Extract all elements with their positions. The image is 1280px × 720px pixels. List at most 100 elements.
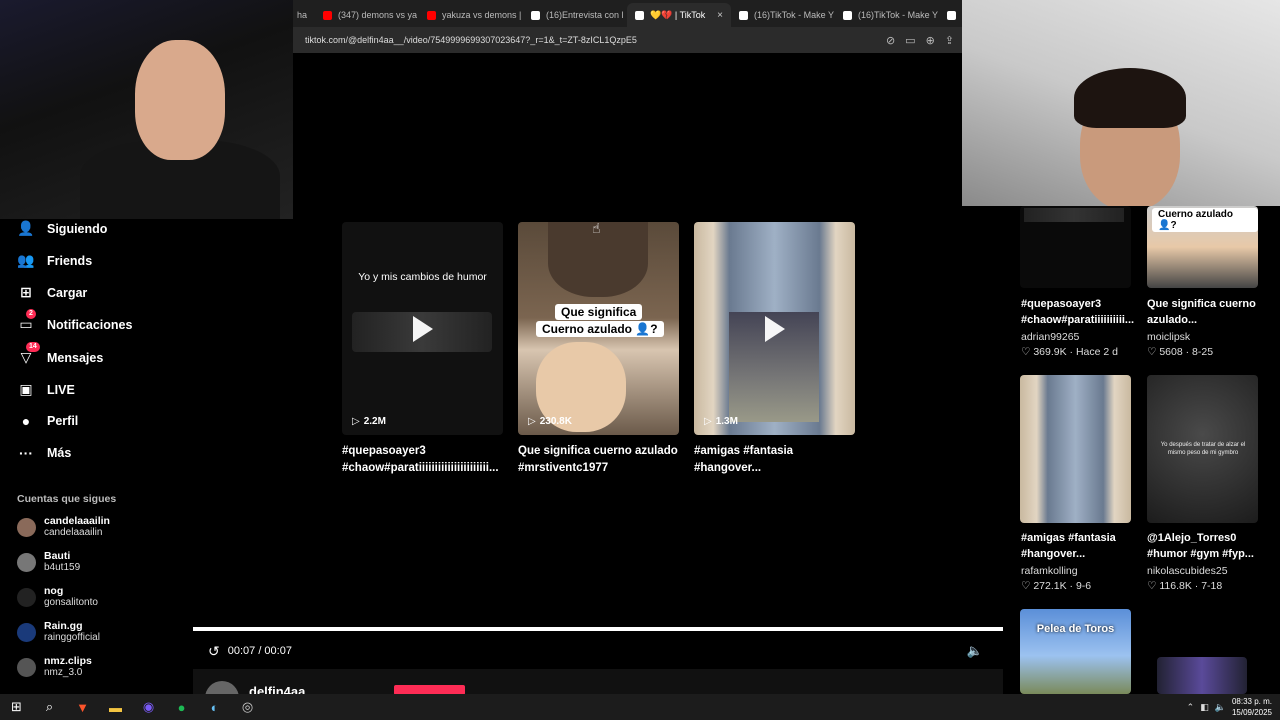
- related-stats-3: ♡ 272.1K · 9-6: [1021, 580, 1092, 592]
- video-overlay-text: Yo después de tratar de alzar el mismo p…: [1160, 442, 1246, 456]
- heart-icon: ♡: [1021, 580, 1031, 592]
- related-video-thumb-4[interactable]: Yo después de tratar de alzar el mismo p…: [1147, 375, 1258, 523]
- video-card-1[interactable]: Yo y mis cambios de humor ▷ 2.2M: [342, 222, 503, 435]
- url-text[interactable]: tiktok.com/@delfin4aa__/video/7549999699…: [305, 35, 637, 45]
- sidebar-item-label: Mensajes: [47, 350, 104, 365]
- network-icon[interactable]: ◧: [1200, 702, 1209, 713]
- sidebar-item-más[interactable]: ··· Más: [17, 445, 71, 461]
- video-caption-1[interactable]: #quepasoayer3 #chaow#paratiiiiiiiiiiiiiii…: [342, 443, 507, 477]
- browser-tab[interactable]: yakuza vs demons |: [419, 3, 523, 27]
- video-overlay-text: Yo y mis cambios de humor: [358, 271, 487, 283]
- caption-line: #hangover...: [694, 462, 762, 474]
- browser-tab[interactable]: (16)Entrevista con l: [523, 3, 627, 27]
- account-name: nog: [44, 585, 64, 597]
- browser-tab[interactable]: ha: [293, 3, 315, 27]
- tab-label: (347) demons vs ya: [338, 10, 418, 20]
- related-author-1[interactable]: adrian99265: [1021, 331, 1079, 343]
- file-explorer-icon[interactable]: ▬: [99, 694, 132, 720]
- notification-badge: 2: [26, 309, 36, 319]
- browser-tab[interactable]: 💛💔 | TikTok ×: [627, 3, 731, 27]
- tab-label: (16)TikTok - Make Y: [754, 10, 835, 20]
- streamer-webcam-left: [0, 0, 293, 219]
- sidebar-item-mensajes[interactable]: ▽ 14 Mensajes: [17, 342, 104, 366]
- live-icon: ▣: [19, 381, 33, 397]
- steam-icon[interactable]: ◐: [198, 694, 231, 720]
- upload-icon: ⊞: [20, 284, 32, 300]
- play-count-icon: ▷: [352, 416, 360, 427]
- play-icon[interactable]: [764, 315, 785, 342]
- related-caption-1[interactable]: #quepasoayer3 #chaow#paratiiiiiiiiii...: [1021, 296, 1134, 328]
- account-text: Rain.gg rainggofficial: [44, 620, 100, 644]
- sidebar-item-siguiendo[interactable]: 👤 Siguiendo: [17, 220, 107, 237]
- tab-label: 💛💔 | TikTok: [650, 9, 706, 20]
- play-icon[interactable]: [412, 315, 433, 342]
- browser-tab[interactable]: (16)TikTok - Make Y: [731, 3, 835, 27]
- windows-taskbar: ⊞ ⌕ ▼ ▬ ◉ ● ◐ ◎ ⌃ ◧ 🔈 08:33 p. m. 15/09/…: [0, 694, 1280, 720]
- related-video-thumb-3[interactable]: [1020, 375, 1131, 523]
- discord-icon[interactable]: ◉: [132, 694, 165, 720]
- sidebar-item-label: Notificaciones: [47, 317, 133, 332]
- friends-icon: 👥: [17, 252, 35, 268]
- tab-label: (16)TikTok - Make Y: [858, 10, 939, 20]
- clock-time: 08:33 p. m.: [1231, 697, 1272, 706]
- followed-account[interactable]: Bauti b4ut159: [17, 550, 80, 574]
- related-caption-2[interactable]: Que significa cuerno azulado...: [1147, 296, 1259, 328]
- brave-browser-icon[interactable]: ▼: [66, 694, 99, 720]
- sidebar-item-live[interactable]: ▣ LIVE: [17, 381, 74, 398]
- browser-tab-bar: ha (347) demons vs ya yakuza vs demons | (1…: [293, 0, 962, 27]
- spotify-icon[interactable]: ●: [165, 694, 198, 720]
- browser-tab[interactable]: (1: [939, 3, 962, 27]
- replay-icon[interactable]: ↺: [208, 643, 220, 660]
- close-tab-icon[interactable]: ×: [717, 10, 723, 21]
- account-handle: candelaaailin: [44, 527, 103, 538]
- search-icon[interactable]: ⌕: [33, 694, 66, 720]
- share-icon[interactable]: ⇪: [945, 34, 954, 47]
- sidebar-item-label: Siguiendo: [47, 221, 108, 236]
- related-caption-3[interactable]: #amigas #fantasia #hangover...: [1021, 530, 1133, 562]
- sidebar-item-notificaciones[interactable]: ▭ 2 Notificaciones: [17, 309, 133, 333]
- account-text: Bauti b4ut159: [44, 550, 80, 574]
- account-handle: gonsalitonto: [44, 597, 98, 608]
- chevron-up-icon[interactable]: ⌃: [1187, 702, 1195, 713]
- followed-account[interactable]: nog gonsalitonto: [17, 585, 98, 609]
- video-progress-bar[interactable]: [193, 627, 1003, 631]
- heart-icon: ♡: [1147, 346, 1157, 358]
- related-author-4[interactable]: nikolascubides25: [1147, 565, 1228, 577]
- related-stats-4: ♡ 116.8K · 7-18: [1147, 580, 1223, 592]
- related-video-thumb-5[interactable]: Pelea de Toros: [1020, 609, 1131, 694]
- sidebar-item-cargar[interactable]: ⊞ Cargar: [17, 284, 87, 301]
- related-author-3[interactable]: rafamkolling: [1021, 565, 1078, 577]
- obs-icon[interactable]: ◎: [231, 694, 264, 720]
- related-video-thumb-1[interactable]: [1020, 206, 1131, 288]
- related-author-2[interactable]: moiclipsk: [1147, 331, 1190, 343]
- volume-icon[interactable]: 🔈: [967, 643, 983, 659]
- address-bar[interactable]: tiktok.com/@delfin4aa__/video/7549999699…: [293, 27, 962, 53]
- video-card-3[interactable]: ▷ 1.3M: [694, 222, 855, 435]
- webcam-person-face: [135, 40, 225, 160]
- browser-tab[interactable]: (16)TikTok - Make Y: [835, 3, 939, 27]
- cast-icon[interactable]: ▭: [905, 34, 915, 47]
- video-caption-2[interactable]: Que significa cuerno azulado #mrstiventc1…: [518, 443, 683, 477]
- tab-favicon-icon: [323, 10, 332, 20]
- tab-label: ha: [297, 10, 308, 20]
- sidebar-item-friends[interactable]: 👥 Friends: [17, 252, 92, 269]
- followed-account[interactable]: nmz.clips nmz_3.0: [17, 655, 92, 679]
- caption-line: #quepasoayer3: [342, 445, 426, 457]
- volume-tray-icon[interactable]: 🔈: [1215, 702, 1226, 713]
- browser-tab[interactable]: (347) demons vs ya: [315, 3, 419, 27]
- sidebar-item-label: Perfil: [47, 414, 79, 428]
- sidebar-item-perfil[interactable]: ● Perfil: [17, 413, 79, 429]
- windows-start-icon[interactable]: ⊞: [0, 694, 33, 720]
- zoom-icon[interactable]: ⊕: [926, 34, 935, 47]
- clock[interactable]: 08:33 p. m. 15/09/2025: [1232, 696, 1272, 718]
- related-video-thumb-2[interactable]: Cuerno azulado 👤?: [1147, 206, 1258, 288]
- video-card-2[interactable]: Que significa Cuerno azulado 👤? ▷ 230.8K: [518, 222, 679, 435]
- followed-account[interactable]: Rain.gg rainggofficial: [17, 620, 100, 644]
- related-caption-4[interactable]: @1Alejo_Torres0 #humor #gym #fyp...: [1147, 530, 1259, 562]
- heart-icon: ♡: [1147, 580, 1157, 592]
- account-text: nog gonsalitonto: [44, 585, 98, 609]
- profile-icon: ●: [21, 413, 31, 429]
- no-tracking-icon[interactable]: ⊘: [886, 34, 895, 47]
- followed-account[interactable]: candelaaailin candelaaailin: [17, 515, 110, 539]
- video-caption-3[interactable]: #amigas #fantasia #hangover...: [694, 443, 859, 477]
